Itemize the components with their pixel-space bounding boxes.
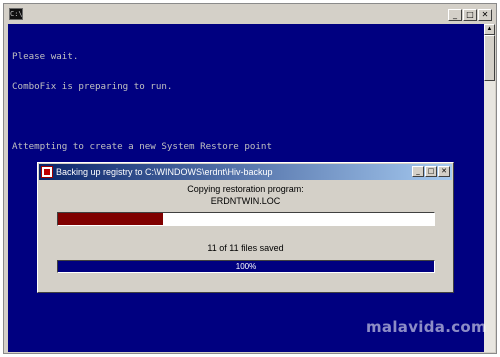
dialog-maximize-button[interactable]: □ [425, 166, 437, 177]
console-text: Please wait. ComboFix is preparing to ru… [12, 32, 272, 172]
console-line: Attempting to create a new System Restor… [12, 141, 272, 152]
scroll-thumb[interactable] [484, 35, 495, 81]
console-system-icon[interactable]: C:\ [9, 8, 23, 20]
total-progress-bar: 100% [57, 260, 435, 273]
console-maximize-button[interactable]: □ [463, 9, 477, 21]
dialog-minimize-button[interactable]: _ [412, 166, 424, 177]
console-scrollbar[interactable]: ▲ [484, 24, 495, 352]
dialog-title: Backing up registry to C:\WINDOWS\erdnt\… [56, 167, 273, 177]
console-close-button[interactable]: ✕ [478, 9, 492, 21]
dialog-close-button[interactable]: ✕ [438, 166, 450, 177]
dialog-titlebar[interactable]: Backing up registry to C:\WINDOWS\erdnt\… [39, 164, 452, 180]
combofix-app-icon[interactable] [41, 166, 53, 178]
backup-progress-dialog: Backing up registry to C:\WINDOWS\erdnt\… [37, 162, 454, 293]
total-progress-label: 100% [235, 262, 257, 271]
copy-progress-fill [58, 213, 164, 225]
console-line: Please wait. [12, 51, 79, 62]
console-line: ComboFix is preparing to run. [12, 81, 173, 92]
console-minimize-button[interactable]: _ [448, 9, 462, 21]
copy-file-name: ERDNTWIN.LOC [210, 196, 281, 206]
files-saved-text: 11 of 11 files saved [207, 243, 284, 253]
scroll-up-arrow-icon[interactable]: ▲ [484, 24, 495, 35]
copy-progress-bar [57, 212, 435, 226]
copy-status-text: Copying restoration program: [187, 184, 304, 194]
console-line: ​ [12, 112, 272, 122]
console-titlebar[interactable]: C:\ _ □ ✕ [6, 6, 494, 24]
watermark: malavida.com [366, 318, 487, 336]
